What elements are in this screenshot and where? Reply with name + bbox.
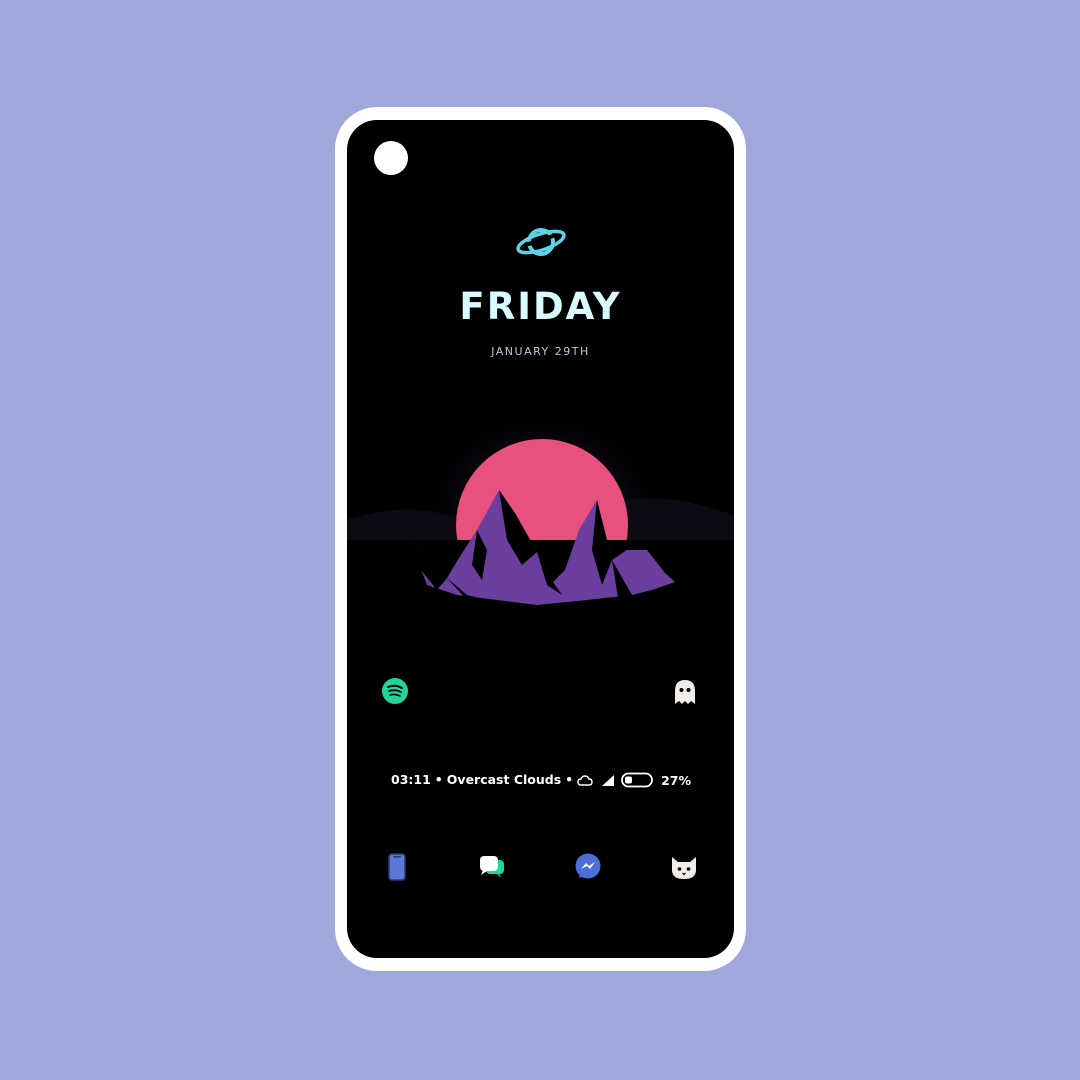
- cloud-moon-icon: [577, 774, 593, 786]
- weather-text: Overcast Clouds: [446, 772, 562, 787]
- cat-icon[interactable]: [669, 852, 699, 882]
- separator: •: [434, 772, 443, 787]
- clock-time: 03:11: [391, 772, 431, 787]
- messenger-icon[interactable]: [573, 852, 603, 882]
- planet-icon: [516, 228, 566, 256]
- separator: •: [565, 772, 574, 787]
- date-label: JANUARY 29TH: [491, 345, 590, 358]
- battery-icon: [621, 772, 653, 788]
- ghost-icon[interactable]: [672, 677, 698, 707]
- phone-icon[interactable]: [382, 852, 412, 882]
- mountain-sunset-illustration: [347, 410, 734, 650]
- battery-percentage: 27%: [661, 772, 691, 788]
- front-camera: [374, 141, 408, 175]
- weekday-title: FRIDAY: [459, 285, 622, 328]
- phone-screen: FRIDAY JANUARY 29TH 03:11 • Overcast Clo…: [347, 120, 734, 958]
- phone-frame: FRIDAY JANUARY 29TH 03:11 • Overcast Clo…: [335, 107, 746, 971]
- signal-icon: [602, 774, 615, 786]
- status-bar: 03:11 • Overcast Clouds • 27%: [391, 768, 691, 792]
- chat-icon[interactable]: [477, 852, 507, 882]
- spotify-icon[interactable]: [381, 677, 409, 705]
